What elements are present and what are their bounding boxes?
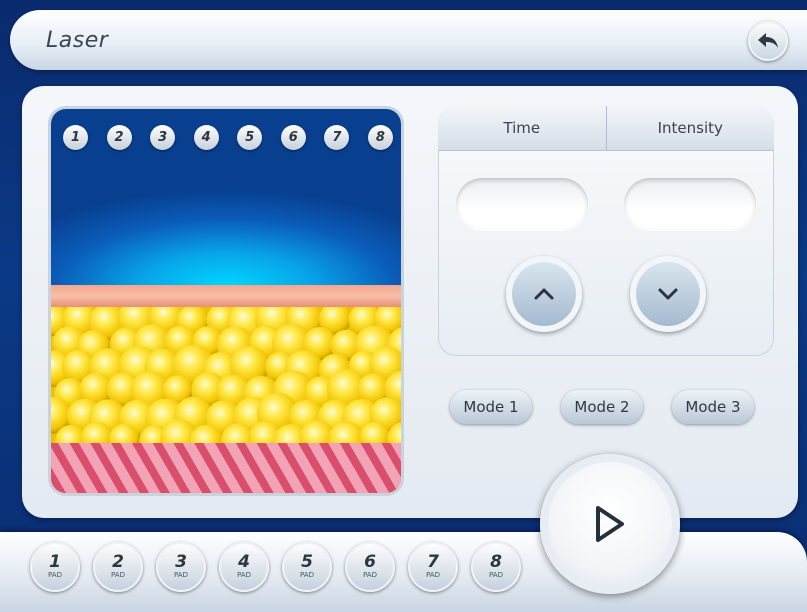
zone-button-8[interactable]: 8 <box>367 125 393 150</box>
fat-layer <box>51 298 401 461</box>
page-title: Laser <box>46 28 109 53</box>
mode-3-button[interactable]: Mode 3 <box>672 390 754 424</box>
mode-2-button[interactable]: Mode 2 <box>561 390 643 424</box>
main-panel: 1 2 3 4 5 6 7 8 Time Intensity Mode 1 Mo <box>22 86 798 518</box>
pad-button-7[interactable]: 7 PAD <box>408 542 458 592</box>
pad-button-5[interactable]: 5 PAD <box>282 542 332 592</box>
pad-selector: 1 PAD 2 PAD 3 PAD 4 PAD 5 PAD 6 PAD 7 PAD 8 PAD <box>30 542 521 592</box>
zone-button-7[interactable]: 7 <box>324 125 350 150</box>
zone-button-5[interactable]: 5 <box>237 125 263 150</box>
header-bar: Laser <box>10 10 807 70</box>
pad-button-2[interactable]: 2 PAD <box>93 542 143 592</box>
zone-button-3[interactable]: 3 <box>150 125 176 150</box>
decrease-button[interactable] <box>630 256 706 332</box>
zone-button-2[interactable]: 2 <box>106 125 132 150</box>
zone-selector: 1 2 3 4 5 6 7 8 <box>63 125 393 150</box>
chevron-up-icon <box>534 288 554 300</box>
start-button[interactable] <box>540 454 680 594</box>
time-value-field[interactable] <box>456 178 588 230</box>
settings-tabs: Time Intensity <box>438 106 774 151</box>
increase-button[interactable] <box>506 256 582 332</box>
zone-button-1[interactable]: 1 <box>63 125 88 150</box>
chevron-down-icon <box>658 288 678 300</box>
pad-button-4[interactable]: 4 PAD <box>219 542 269 592</box>
back-arrow-icon <box>758 33 778 48</box>
skin-layer <box>51 285 401 307</box>
zone-button-4[interactable]: 4 <box>193 125 219 150</box>
muscle-layer <box>51 443 401 493</box>
back-button[interactable] <box>748 21 788 61</box>
pad-button-1[interactable]: 1 PAD <box>30 542 80 592</box>
intensity-value-field[interactable] <box>624 178 756 230</box>
pad-button-8[interactable]: 8 PAD <box>471 542 521 592</box>
pad-button-6[interactable]: 6 PAD <box>345 542 395 592</box>
tissue-illustration: 1 2 3 4 5 6 7 8 <box>48 106 404 496</box>
mode-1-button[interactable]: Mode 1 <box>450 390 532 424</box>
settings-panel: Time Intensity <box>438 106 774 356</box>
pad-button-3[interactable]: 3 PAD <box>156 542 206 592</box>
zone-button-6[interactable]: 6 <box>280 125 306 150</box>
fat-cells <box>51 298 401 461</box>
play-icon <box>596 506 624 542</box>
tab-intensity[interactable]: Intensity <box>605 106 775 150</box>
tab-time[interactable]: Time <box>438 106 606 150</box>
